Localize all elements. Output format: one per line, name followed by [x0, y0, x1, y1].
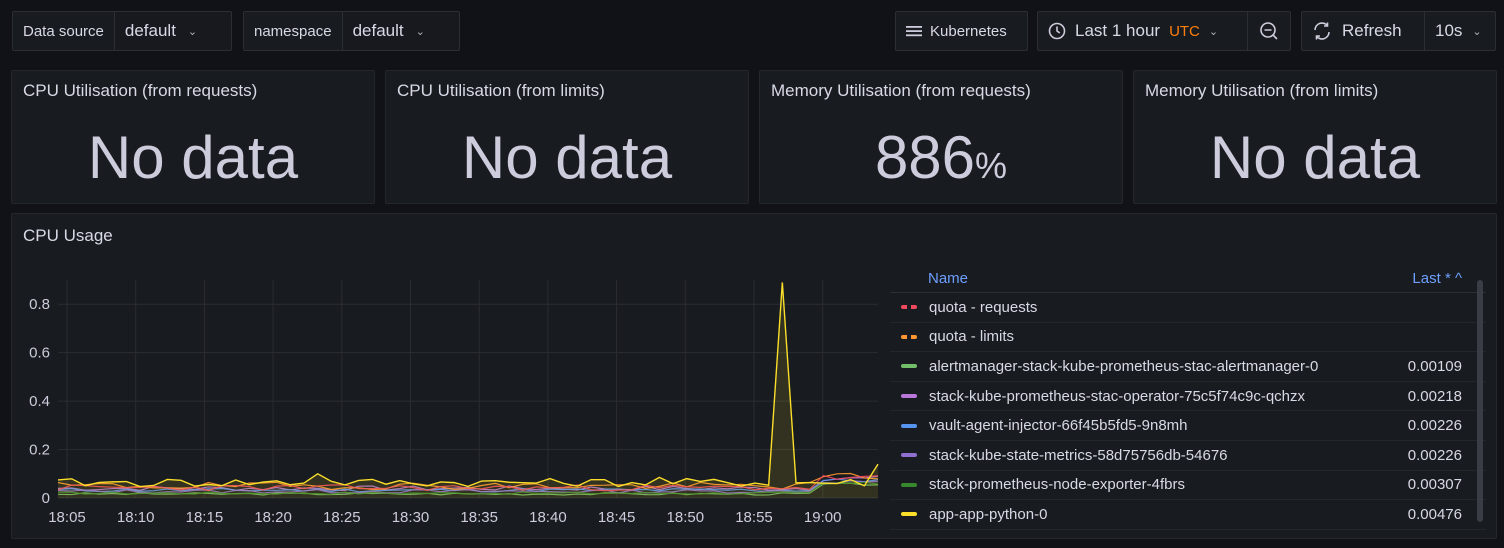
series-swatch — [901, 423, 917, 428]
clock-icon — [1048, 22, 1066, 40]
series-swatch — [901, 512, 917, 517]
series-last-value: 0.00218 — [1407, 387, 1462, 405]
chevron-down-icon: ⌄ — [1208, 25, 1219, 38]
panel-title: Memory Utilisation (from requests) — [771, 81, 1031, 100]
series-swatch — [901, 305, 917, 310]
kubernetes-label: Kubernetes — [930, 22, 1007, 40]
y-tick-label: 0.4 — [29, 393, 50, 410]
y-tick-label: 0.2 — [29, 442, 50, 459]
time-picker[interactable]: Last 1 hour UTC ⌄ — [1037, 11, 1291, 51]
series-name: stack-kube-prometheus-stac-operator-75c5… — [929, 387, 1306, 405]
stat-value: No data — [1134, 123, 1496, 192]
stat-value-unit: % — [975, 145, 1008, 186]
time-range-label: Last 1 hour — [1075, 21, 1161, 40]
legend-last-header[interactable]: Last * ^ — [1376, 270, 1486, 287]
series-swatch — [901, 394, 917, 399]
series-name: stack-prometheus-node-exporter-4fbrs — [929, 476, 1185, 494]
series-last-value: 0.00476 — [1407, 505, 1462, 523]
series-last-value: 0.00226 — [1407, 446, 1462, 464]
namespace-label: namespace — [244, 12, 343, 50]
stat-value-number: No data — [1209, 124, 1421, 191]
x-tick-label: 18:30 — [392, 509, 430, 526]
refresh-icon — [1314, 22, 1330, 40]
legend-item[interactable]: vault-agent-injector-66f45b5fd5-9n8mh 0.0… — [890, 411, 1486, 441]
x-tick-label: 18:55 — [735, 509, 773, 526]
panel-title: CPU Usage — [23, 226, 113, 245]
series-swatch — [901, 482, 917, 487]
x-tick-label: 18:15 — [186, 509, 224, 526]
stat-panel-memory-limits[interactable]: Memory Utilisation (from limits) No data — [1133, 70, 1497, 204]
series-name: stack-kube-state-metrics-58d75756db-5467… — [929, 446, 1228, 464]
datasource-label: Data source — [13, 12, 115, 50]
panel-title: CPU Utilisation (from requests) — [23, 81, 258, 100]
stat-value-number: 886 — [874, 124, 976, 191]
namespace-picker[interactable]: namespace default ⌄ — [243, 11, 460, 51]
series-name: app-app-python-0 — [929, 505, 1048, 523]
stat-panel-cpu-requests[interactable]: CPU Utilisation (from requests) No data — [11, 70, 375, 204]
series-area — [58, 282, 878, 498]
x-tick-label: 18:10 — [117, 509, 155, 526]
stat-panel-cpu-limits[interactable]: CPU Utilisation (from limits) No data — [385, 70, 749, 204]
chevron-down-icon: ⌄ — [187, 25, 198, 38]
series-name: quota - limits — [929, 328, 1015, 346]
legend-item[interactable]: stack-kube-state-metrics-58d75756db-5467… — [890, 441, 1486, 471]
panel-title: CPU Utilisation (from limits) — [397, 81, 605, 100]
kubernetes-dashboards-button[interactable]: Kubernetes — [895, 11, 1028, 51]
series-name: vault-agent-injector-66f45b5fd5-9n8mh — [929, 417, 1188, 435]
legend-item[interactable]: quota - requests — [890, 293, 1486, 323]
refresh-picker[interactable]: Refresh 10s ⌄ — [1301, 11, 1496, 51]
chart-legend: Name Last * ^ quota - requests quota - li… — [890, 264, 1486, 531]
panel-title: Memory Utilisation (from limits) — [1145, 81, 1379, 100]
legend-scrollbar[interactable] — [1477, 280, 1483, 522]
stat-panel-memory-requests[interactable]: Memory Utilisation (from requests) 886% — [759, 70, 1123, 204]
y-tick-label: 0 — [42, 490, 50, 507]
stat-value-number: No data — [87, 124, 299, 191]
refresh-interval-value: 10s — [1435, 21, 1463, 40]
series-line — [57, 282, 879, 488]
legend-header: Name Last * ^ — [890, 264, 1486, 293]
legend-item[interactable]: stack-prometheus-node-exporter-4fbrs 0.00… — [890, 471, 1486, 501]
series-last-value: 0.00109 — [1407, 357, 1462, 375]
refresh-label: Refresh — [1342, 21, 1402, 40]
x-tick-label: 19:00 — [804, 509, 842, 526]
stat-value: 886% — [760, 123, 1122, 192]
series-last-value: 0.00226 — [1407, 417, 1462, 435]
series-swatch — [901, 334, 917, 339]
namespace-value: default — [352, 21, 404, 40]
y-tick-label: 0.8 — [29, 296, 50, 313]
series-swatch — [901, 364, 917, 369]
x-tick-label: 18:25 — [323, 509, 361, 526]
refresh-interval-dropdown[interactable]: 10s ⌄ — [1424, 12, 1492, 50]
series-name: alertmanager-stack-kube-prometheus-stac-… — [929, 357, 1319, 375]
stat-value: No data — [386, 123, 748, 192]
menu-icon — [906, 26, 922, 37]
y-tick-label: 0.6 — [29, 345, 50, 362]
x-tick-label: 18:40 — [529, 509, 567, 526]
stat-value: No data — [12, 123, 374, 192]
x-tick-label: 18:35 — [460, 509, 498, 526]
legend-item[interactable]: app-app-python-0 0.00476 — [890, 500, 1486, 530]
legend-item[interactable]: stack-kube-prometheus-stac-operator-75c5… — [890, 382, 1486, 412]
stat-value-number: No data — [461, 124, 673, 191]
x-tick-label: 18:20 — [254, 509, 292, 526]
series-swatch — [901, 453, 917, 458]
datasource-picker[interactable]: Data source default ⌄ — [12, 11, 232, 51]
timezone-label: UTC — [1169, 22, 1200, 40]
series-name: quota - requests — [929, 298, 1038, 316]
legend-name-header[interactable]: Name — [890, 270, 1376, 287]
chevron-down-icon: ⌄ — [1472, 25, 1482, 38]
zoom-out-icon — [1260, 22, 1278, 40]
cpu-usage-chart[interactable]: 0 0.2 0.4 0.6 0.8 18:05 18:10 18:15 18:20 18:25 18… — [0, 260, 880, 540]
refresh-button[interactable]: Refresh — [1302, 12, 1424, 50]
datasource-value: default — [124, 21, 176, 40]
x-tick-label: 18:50 — [667, 509, 705, 526]
x-tick-label: 18:05 — [48, 509, 86, 526]
x-tick-label: 18:45 — [598, 509, 636, 526]
legend-item[interactable]: quota - limits — [890, 323, 1486, 353]
legend-item[interactable]: alertmanager-stack-kube-prometheus-stac-… — [890, 352, 1486, 382]
series-last-value: 0.00307 — [1407, 476, 1462, 494]
zoom-out-button[interactable] — [1247, 12, 1290, 50]
chevron-down-icon: ⌄ — [415, 25, 425, 38]
